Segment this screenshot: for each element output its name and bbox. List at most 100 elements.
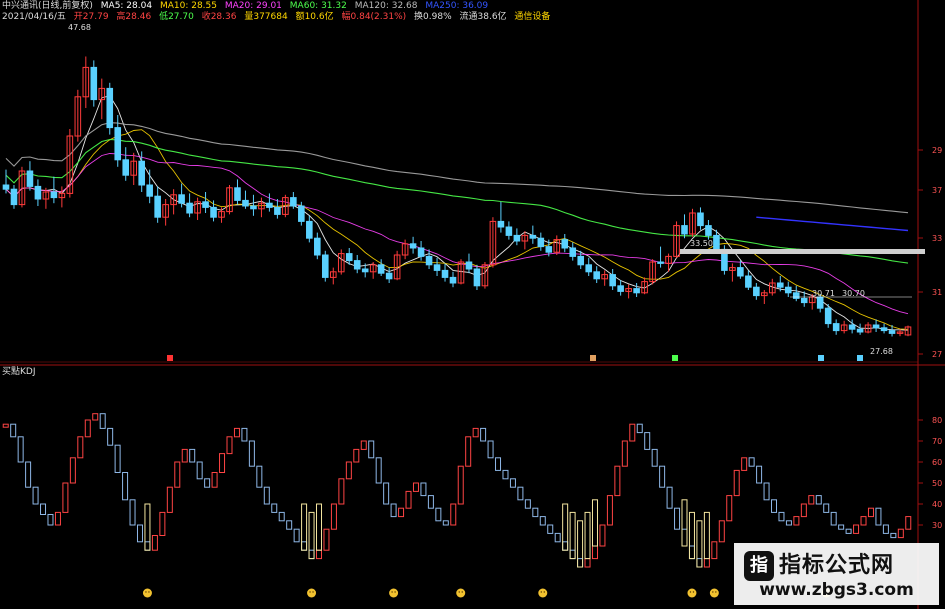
kdj-bar (204, 478, 211, 488)
candle-body-down (505, 226, 513, 236)
ma250-line (756, 216, 909, 232)
kdj-bar (614, 465, 621, 497)
candle-body-down (737, 267, 744, 277)
kdj-bar (480, 427, 487, 442)
kdj-bar (629, 423, 636, 442)
candle-body-down (10, 188, 18, 206)
kdj-bar (785, 520, 792, 526)
price-annotation: 30.71 (812, 289, 835, 298)
buy-point-eye (712, 591, 714, 593)
kdj-bar (107, 427, 114, 446)
kdj-bar (838, 524, 845, 530)
kdj-bar (524, 499, 531, 509)
amount-label: 额10.6亿 (295, 12, 334, 22)
candle-body-down (122, 159, 130, 176)
kdj-tick-label: 70 (932, 437, 942, 446)
candle-body-down (274, 206, 281, 215)
kdj-bar (636, 423, 643, 434)
kdj-bar (778, 511, 785, 522)
candle-body-down (154, 195, 161, 218)
candle-body-down (792, 292, 800, 299)
kdj-bar (703, 558, 710, 568)
kdj-bar (666, 486, 673, 509)
candle-body-down (290, 197, 297, 207)
kdj-bar (875, 507, 882, 526)
candle-body-down (377, 264, 385, 274)
kdj-bar (688, 545, 695, 560)
kdj-tick-label: 60 (932, 458, 942, 467)
candle-body-down (776, 282, 784, 288)
candle-body-down (90, 66, 98, 101)
kdj-bar (2, 423, 9, 428)
kdj-bar (472, 427, 479, 438)
kdj-bar (890, 532, 897, 539)
kdj-tick-label: 40 (932, 500, 942, 509)
candle-body-down (585, 264, 593, 273)
open-label: 开27.79 (73, 12, 109, 22)
kdj-bar (271, 503, 278, 513)
candle-body-down (497, 220, 505, 228)
candle-body-down (848, 324, 856, 330)
kdj-bar (741, 457, 748, 471)
candle-body-down (242, 199, 249, 207)
buy-point-icon (307, 588, 317, 598)
kdj-bar (487, 440, 494, 459)
candle-body-down (617, 285, 624, 292)
candle-body-down (745, 275, 752, 288)
price-annotation: 47.68 (68, 23, 91, 32)
candle-body-down (473, 268, 481, 287)
kdj-bar (815, 495, 822, 505)
kdj-bar (867, 507, 874, 518)
candle-body-down (34, 185, 42, 200)
kdj-bar (897, 528, 904, 539)
candle-body-down (425, 255, 433, 266)
float-label: 流通38.6亿 (459, 12, 507, 22)
kdj-tick-label: 50 (932, 479, 942, 488)
buy-point-eye (461, 591, 463, 593)
buy-point-icon (456, 588, 466, 598)
kdj-bar (99, 413, 106, 429)
kdj-bar (151, 535, 158, 551)
candle-body-down (888, 330, 896, 334)
candle-body-down (345, 253, 353, 262)
candle-body-down (409, 243, 417, 249)
kdj-bar (554, 532, 561, 543)
candle-body-down (529, 234, 537, 239)
kdj-bar (562, 541, 569, 551)
kdj-bar (181, 448, 188, 463)
kdj-bar (771, 499, 778, 513)
kdj-bar (47, 514, 54, 526)
kdj-bar (92, 413, 99, 421)
kdj-bar (383, 482, 390, 505)
candle-body-down (50, 191, 58, 199)
kdj-bar (345, 461, 352, 480)
candle-body-down (856, 328, 864, 333)
candle-body-down (832, 323, 840, 332)
kdj-j-bar (591, 499, 598, 547)
candle-body-down (441, 269, 449, 278)
kdj-bar (532, 507, 539, 518)
candle-body-down (106, 87, 114, 129)
buy-point-icon (389, 588, 399, 598)
kdj-bar (621, 440, 628, 467)
buy-point-icon (538, 588, 548, 598)
candle-body-down (880, 327, 888, 332)
price-tick-label: 29 (932, 146, 942, 155)
kdj-bar (465, 436, 472, 467)
kdj-bar (882, 524, 889, 534)
kdj-bar (390, 503, 397, 518)
candle-body-down (186, 202, 193, 214)
kdj-bar (823, 503, 830, 513)
kdj-bar (196, 461, 203, 480)
kdj-bar (644, 432, 651, 450)
candle-body-down (816, 296, 824, 309)
kdj-tick-label: 80 (932, 416, 942, 425)
event-marker (857, 355, 863, 361)
kdj-bar (659, 465, 666, 488)
price-tick-label: 31 (932, 288, 942, 297)
kdj-bar (226, 436, 233, 455)
buy-point-icon (142, 588, 152, 598)
kdj-bar (435, 507, 442, 522)
turnover-label: 换0.98% (414, 12, 452, 22)
kdj-bar (718, 520, 725, 543)
